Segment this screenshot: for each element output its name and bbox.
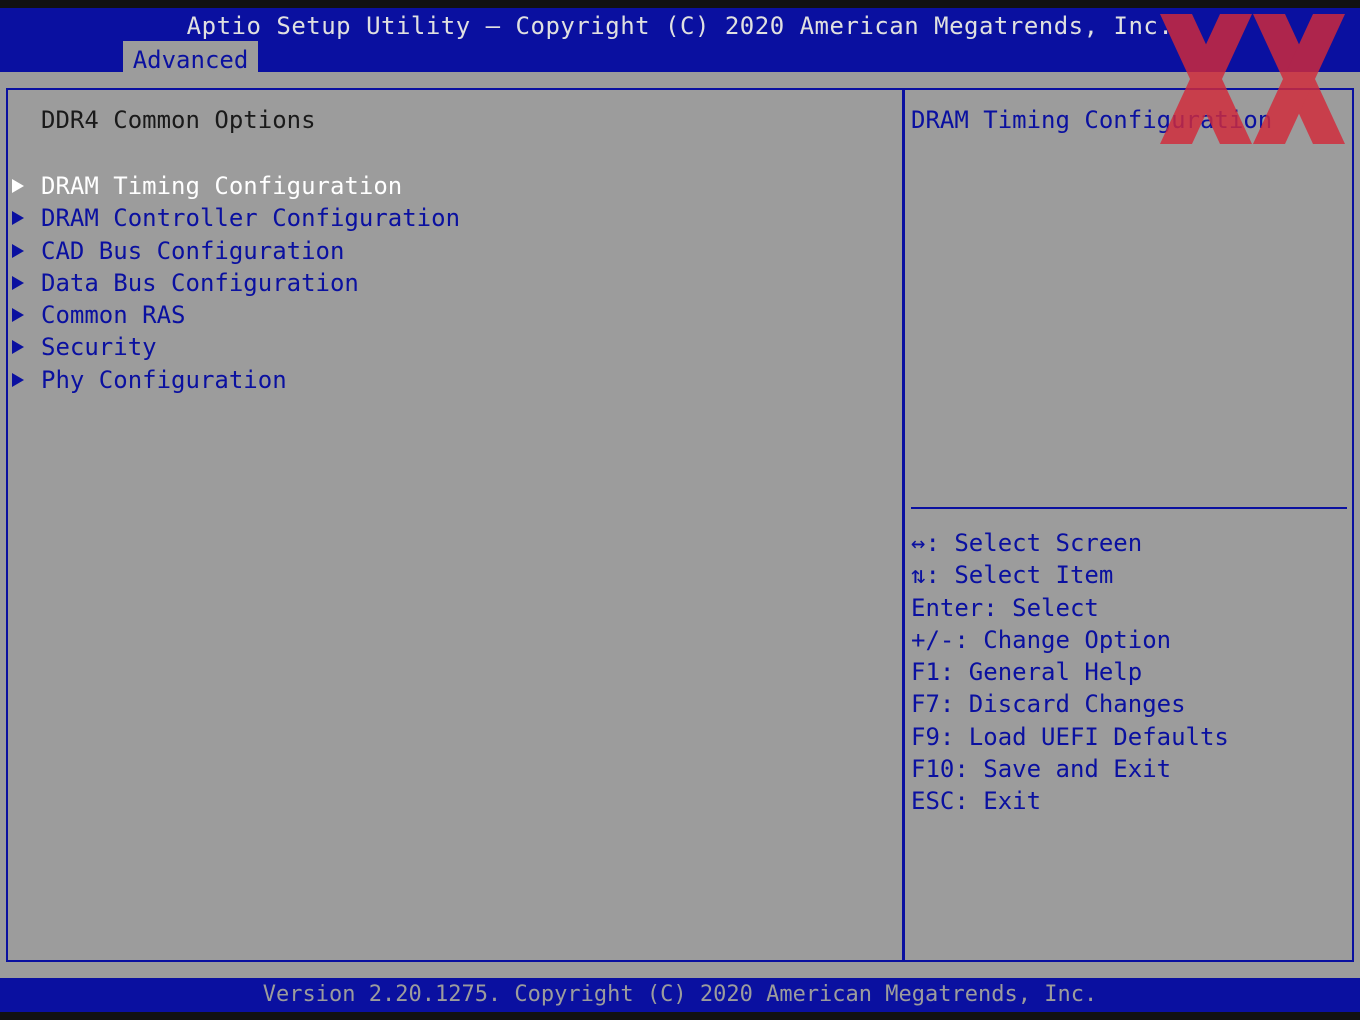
key-hint: F1: General Help xyxy=(911,658,1143,687)
help-divider xyxy=(911,507,1347,509)
key-hint: ESC: Exit xyxy=(911,787,1042,816)
main-area: DDR4 Common Options DRAM Timing Configur… xyxy=(0,78,1360,978)
submenu-arrow-icon xyxy=(12,372,24,387)
footer-strip xyxy=(0,1012,1360,1020)
submenu-item-label: Phy Configuration xyxy=(41,365,287,394)
watermark-logo-icon xyxy=(1160,14,1345,144)
key-hint: ↔: Select Screen xyxy=(911,529,1143,557)
submenu-item-label: CAD Bus Configuration xyxy=(41,236,345,265)
key-hint: F10: Save and Exit xyxy=(911,755,1172,784)
submenu-arrow-icon xyxy=(12,179,24,193)
key-hint: F9: Load UEFI Defaults xyxy=(911,722,1229,751)
utility-title: Aptio Setup Utility – Copyright (C) 2020… xyxy=(186,12,1174,40)
submenu-arrow-icon xyxy=(12,275,24,290)
version-footer: Version 2.20.1275. Copyright (C) 2020 Am… xyxy=(0,978,1360,1012)
submenu-arrow-icon xyxy=(12,243,24,258)
key-hint: ⇅: Select Item xyxy=(911,561,1114,590)
header-bar: Aptio Setup Utility – Copyright (C) 2020… xyxy=(0,0,1360,80)
key-legend: ↔: Select Screen ⇅: Select Item Enter: S… xyxy=(911,527,1229,818)
submenu-item-label: Data Bus Configuration xyxy=(41,268,359,297)
submenu-arrow-icon xyxy=(12,211,24,226)
key-hint: +/-: Change Option xyxy=(911,625,1172,654)
submenu-arrow-icon xyxy=(12,340,24,355)
submenu-item-label: Security xyxy=(41,333,157,362)
key-hint: F7: Discard Changes xyxy=(911,690,1186,719)
key-hint: Enter: Select xyxy=(911,593,1099,622)
submenu-item-label: DRAM Controller Configuration xyxy=(41,204,461,233)
submenu-item-label: DRAM Timing Configuration xyxy=(41,172,403,200)
section-title: DDR4 Common Options xyxy=(41,106,316,134)
vertical-divider xyxy=(902,88,905,962)
submenu-item-label: Common RAS xyxy=(41,301,186,330)
submenu-arrow-icon xyxy=(12,308,24,323)
